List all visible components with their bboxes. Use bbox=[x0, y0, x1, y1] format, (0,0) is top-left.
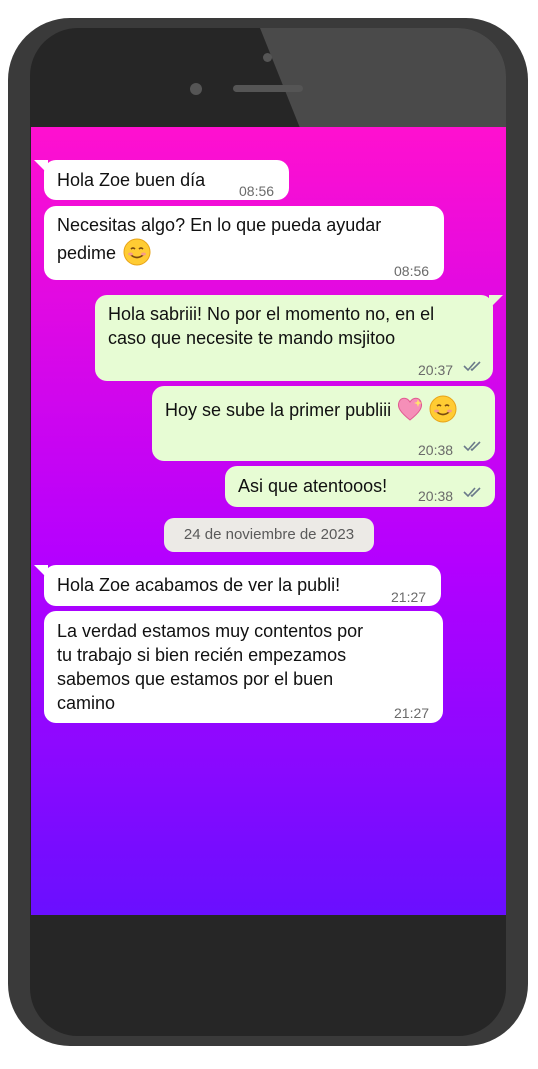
proximity-sensor bbox=[263, 53, 272, 62]
message-time: 20:37 bbox=[418, 362, 454, 378]
message-text: sabemos que estamos por el buen bbox=[57, 669, 334, 689]
incoming-message[interactable]: La verdad estamos muy contentos por tu t… bbox=[44, 611, 443, 723]
incoming-message[interactable]: Necesitas algo? En lo que pueda ayudar p… bbox=[44, 206, 444, 280]
message-text: Asi que atentooos! bbox=[238, 476, 388, 496]
outgoing-message[interactable]: Hola sabriii! No por el momento no, en e… bbox=[95, 295, 503, 381]
date-separator: 24 de noviembre de 2023 bbox=[164, 518, 374, 552]
message-text: Hola sabriii! No por el momento no, en e… bbox=[108, 304, 435, 324]
message-text: Hoy se sube la primer publiii bbox=[165, 395, 457, 423]
message-text: Necesitas algo? En lo que pueda ayudar bbox=[57, 215, 382, 235]
double-check-icon bbox=[463, 361, 481, 372]
message-text: Hola Zoe buen día bbox=[57, 170, 206, 190]
message-text-line: pedime bbox=[57, 243, 117, 263]
message-time: 08:56 bbox=[394, 263, 430, 279]
double-check-icon bbox=[463, 487, 481, 498]
message-text: camino bbox=[57, 693, 116, 713]
message-text: Hola Zoe acabamos de ver la publi! bbox=[57, 575, 341, 595]
chat-screen[interactable]: Hola Zoe buen día 08:56 Necesitas algo? … bbox=[31, 127, 506, 915]
message-time: 21:27 bbox=[391, 589, 427, 605]
message-time: 20:38 bbox=[418, 442, 454, 458]
outgoing-message[interactable]: Asi que atentooos! 20:38 bbox=[225, 466, 495, 507]
message-time: 21:27 bbox=[394, 705, 430, 721]
front-camera bbox=[190, 83, 202, 95]
message-time: 08:56 bbox=[239, 183, 275, 199]
message-text-line: Hoy se sube la primer publiii bbox=[165, 400, 392, 420]
message-text: tu trabajo si bien recién empezamos bbox=[57, 645, 347, 665]
message-text: caso que necesite te mando msjitoo bbox=[108, 328, 396, 348]
incoming-message[interactable]: Hola Zoe acabamos de ver la publi! 21:27 bbox=[34, 565, 441, 606]
message-text: pedime bbox=[57, 238, 151, 266]
double-check-icon bbox=[463, 441, 481, 452]
smiling-face-emoji bbox=[429, 395, 457, 423]
incoming-message[interactable]: Hola Zoe buen día 08:56 bbox=[34, 160, 289, 200]
smiling-face-emoji bbox=[123, 238, 151, 266]
message-time: 20:38 bbox=[418, 488, 454, 504]
outgoing-message[interactable]: Hoy se sube la primer publiii 20:38 bbox=[152, 386, 495, 461]
sparkling-heart-emoji bbox=[398, 398, 423, 421]
message-text: La verdad estamos muy contentos por bbox=[57, 621, 364, 641]
earpiece-speaker bbox=[233, 85, 303, 92]
